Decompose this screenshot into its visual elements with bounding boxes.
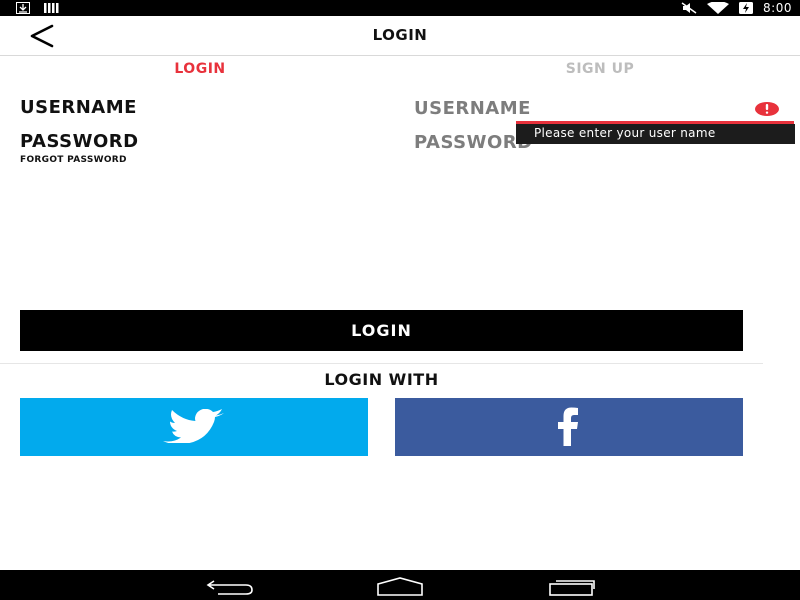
page-title: LOGIN xyxy=(372,26,428,44)
back-nav-icon xyxy=(202,580,258,600)
mute-icon xyxy=(681,2,697,14)
nav-back-button[interactable] xyxy=(202,575,258,597)
login-button[interactable]: LOGIN xyxy=(20,310,743,351)
app-bar: LOGIN xyxy=(0,16,800,56)
exclamation-icon xyxy=(754,101,780,117)
download-icon xyxy=(16,2,30,14)
nav-home-button[interactable] xyxy=(372,575,428,597)
twitter-bird-icon xyxy=(162,408,226,446)
tab-signup[interactable]: SIGN UP xyxy=(400,61,800,77)
recents-nav-icon xyxy=(544,580,600,600)
navigation-bar xyxy=(0,570,800,600)
error-tooltip: Please enter your user name xyxy=(516,124,795,144)
status-bar: 8:00 xyxy=(0,0,800,16)
divider xyxy=(0,363,763,364)
twitter-login-button[interactable] xyxy=(20,398,368,456)
wifi-icon xyxy=(707,2,730,14)
nav-recents-button[interactable] xyxy=(544,575,600,597)
battery-charging-icon xyxy=(739,2,754,14)
tab-login[interactable]: LOGIN xyxy=(0,61,400,77)
username-label: USERNAME xyxy=(20,97,137,118)
facebook-f-icon xyxy=(549,406,589,449)
username-input[interactable] xyxy=(414,95,734,121)
home-nav-icon xyxy=(372,577,428,600)
login-with-heading: LOGIN WITH xyxy=(324,370,439,389)
password-label: PASSWORD xyxy=(20,131,139,152)
status-time: 8:00 xyxy=(763,1,792,15)
tab-bar: LOGIN SIGN UP xyxy=(0,57,800,87)
forgot-password-link[interactable]: FORGOT PASSWORD xyxy=(20,155,127,165)
facebook-login-button[interactable] xyxy=(395,398,743,456)
bars-icon xyxy=(44,2,60,14)
